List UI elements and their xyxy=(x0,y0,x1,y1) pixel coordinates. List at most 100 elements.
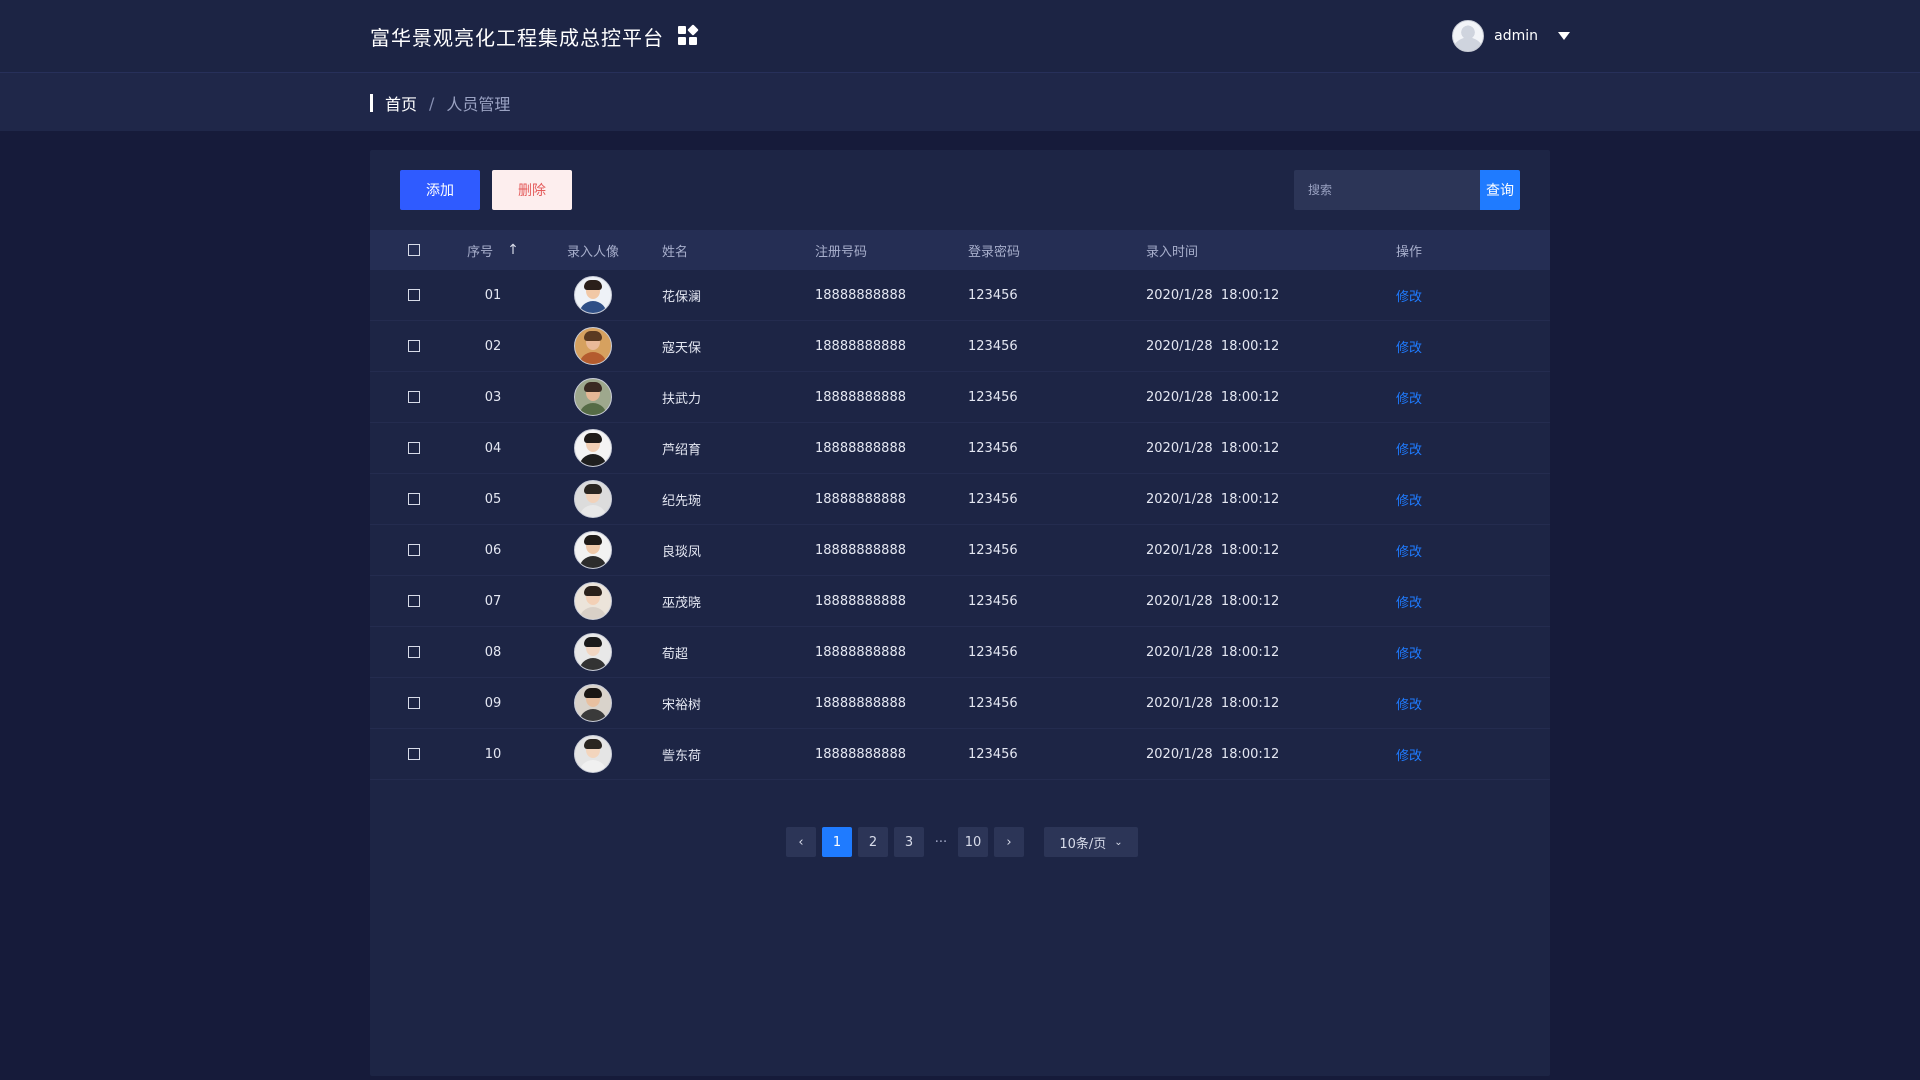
row-checkbox[interactable] xyxy=(408,748,420,760)
row-checkbox[interactable] xyxy=(408,595,420,607)
app-title: 富华景观亮化工程集成总控平台 xyxy=(370,25,664,50)
row-time: 2020/1/28 18:00:12 xyxy=(1146,287,1280,303)
row-password: 123456 xyxy=(968,593,1018,609)
row-phone: 18888888888 xyxy=(815,542,906,558)
table-row: 01 花保澜 18888888888 123456 2020/1/28 18:0… xyxy=(370,270,1550,321)
row-password: 123456 xyxy=(968,695,1018,711)
table-row: 02 寇天保 18888888888 123456 2020/1/28 18:0… xyxy=(370,321,1550,372)
row-index: 08 xyxy=(484,644,502,660)
row-password: 123456 xyxy=(968,389,1018,405)
caret-down-icon[interactable] xyxy=(1558,32,1570,40)
edit-link[interactable]: 修改 xyxy=(1396,698,1422,713)
page-10-button[interactable]: 10 xyxy=(958,827,988,857)
page-size-select[interactable]: 10条/页 ⌄ xyxy=(1044,827,1138,857)
page-1-button[interactable]: 1 xyxy=(822,827,852,857)
row-name: 扶武力 xyxy=(662,391,702,407)
row-name: 訾东荷 xyxy=(662,748,702,764)
edit-link[interactable]: 修改 xyxy=(1396,494,1422,509)
table-row: 03 扶武力 18888888888 123456 2020/1/28 18:0… xyxy=(370,372,1550,423)
row-checkbox[interactable] xyxy=(408,442,420,454)
row-checkbox[interactable] xyxy=(408,391,420,403)
page-2-button[interactable]: 2 xyxy=(858,827,888,857)
content-panel: 添加 删除 查询 序号 ↑ 录入人像 姓名 注册号码 登录密码 录入时间 操作 … xyxy=(370,150,1550,1076)
row-index: 04 xyxy=(484,440,502,456)
search-button[interactable]: 查询 xyxy=(1480,170,1520,210)
prev-page-button[interactable]: ‹ xyxy=(786,827,816,857)
breadcrumb-home[interactable]: 首页 xyxy=(385,91,417,115)
pagination: ‹ 1 2 3 ··· 10 › 10条/页 ⌄ xyxy=(786,827,1138,857)
person-photo xyxy=(574,429,612,467)
table-body: 01 花保澜 18888888888 123456 2020/1/28 18:0… xyxy=(370,270,1550,780)
delete-button[interactable]: 删除 xyxy=(492,170,572,210)
table-row: 07 巫茂晓 18888888888 123456 2020/1/28 18:0… xyxy=(370,576,1550,627)
row-phone: 18888888888 xyxy=(815,491,906,507)
person-photo xyxy=(574,684,612,722)
row-name: 花保澜 xyxy=(662,289,702,305)
apps-grid-icon[interactable] xyxy=(678,24,699,46)
edit-link[interactable]: 修改 xyxy=(1396,647,1422,662)
row-name: 荀超 xyxy=(662,646,689,662)
row-checkbox[interactable] xyxy=(408,646,420,658)
row-checkbox[interactable] xyxy=(408,493,420,505)
person-photo xyxy=(574,531,612,569)
row-phone: 18888888888 xyxy=(815,338,906,354)
edit-link[interactable]: 修改 xyxy=(1396,443,1422,458)
row-phone: 18888888888 xyxy=(815,287,906,303)
breadcrumb-marker xyxy=(370,94,373,112)
add-button[interactable]: 添加 xyxy=(400,170,480,210)
column-header-name: 姓名 xyxy=(662,244,689,260)
table-row: 08 荀超 18888888888 123456 2020/1/28 18:00… xyxy=(370,627,1550,678)
column-header-password: 登录密码 xyxy=(968,244,1021,260)
row-index: 02 xyxy=(484,338,502,354)
edit-link[interactable]: 修改 xyxy=(1396,341,1422,356)
row-phone: 18888888888 xyxy=(815,389,906,405)
row-checkbox[interactable] xyxy=(408,697,420,709)
row-index: 03 xyxy=(484,389,502,405)
person-photo xyxy=(574,327,612,365)
column-header-phone: 注册号码 xyxy=(815,244,868,260)
table-row: 04 芦绍育 18888888888 123456 2020/1/28 18:0… xyxy=(370,423,1550,474)
row-password: 123456 xyxy=(968,644,1018,660)
top-bar: 富华景观亮化工程集成总控平台 admin xyxy=(0,0,1920,72)
row-time: 2020/1/28 18:00:12 xyxy=(1146,491,1280,507)
arrow-up-icon[interactable]: ↑ xyxy=(507,242,519,258)
row-name: 芦绍育 xyxy=(662,442,702,458)
search-input[interactable] xyxy=(1294,170,1480,210)
row-password: 123456 xyxy=(968,491,1018,507)
user-menu[interactable]: admin xyxy=(1452,19,1570,53)
row-phone: 18888888888 xyxy=(815,746,906,762)
column-header-action: 操作 xyxy=(1396,244,1423,260)
breadcrumb-current: 人员管理 xyxy=(446,95,511,114)
page-3-button[interactable]: 3 xyxy=(894,827,924,857)
edit-link[interactable]: 修改 xyxy=(1396,545,1422,560)
row-time: 2020/1/28 18:00:12 xyxy=(1146,389,1280,405)
person-photo xyxy=(574,633,612,671)
row-phone: 18888888888 xyxy=(815,593,906,609)
column-header-time: 录入时间 xyxy=(1146,244,1199,260)
row-name: 良琰凤 xyxy=(662,544,702,560)
row-name: 纪先琬 xyxy=(662,493,702,509)
row-checkbox[interactable] xyxy=(408,544,420,556)
person-photo xyxy=(574,582,612,620)
edit-link[interactable]: 修改 xyxy=(1396,596,1422,611)
row-time: 2020/1/28 18:00:12 xyxy=(1146,746,1280,762)
user-avatar xyxy=(1452,20,1485,52)
next-page-button[interactable]: › xyxy=(994,827,1024,857)
row-checkbox[interactable] xyxy=(408,289,420,301)
edit-link[interactable]: 修改 xyxy=(1396,290,1422,305)
select-all-checkbox[interactable] xyxy=(408,244,420,256)
edit-link[interactable]: 修改 xyxy=(1396,392,1422,407)
row-time: 2020/1/28 18:00:12 xyxy=(1146,338,1280,354)
row-index: 10 xyxy=(484,746,502,762)
edit-link[interactable]: 修改 xyxy=(1396,749,1422,764)
breadcrumb-separator: / xyxy=(429,93,435,113)
table-header: 序号 ↑ 录入人像 姓名 注册号码 登录密码 录入时间 操作 xyxy=(370,230,1550,270)
row-phone: 18888888888 xyxy=(815,644,906,660)
row-index: 01 xyxy=(484,287,502,303)
search-box: 查询 xyxy=(1294,170,1520,210)
row-checkbox[interactable] xyxy=(408,340,420,352)
person-photo xyxy=(574,735,612,773)
column-header-index[interactable]: 序号 xyxy=(467,241,493,260)
personnel-table: 序号 ↑ 录入人像 姓名 注册号码 登录密码 录入时间 操作 01 花保澜 18… xyxy=(370,230,1550,780)
row-phone: 18888888888 xyxy=(815,695,906,711)
